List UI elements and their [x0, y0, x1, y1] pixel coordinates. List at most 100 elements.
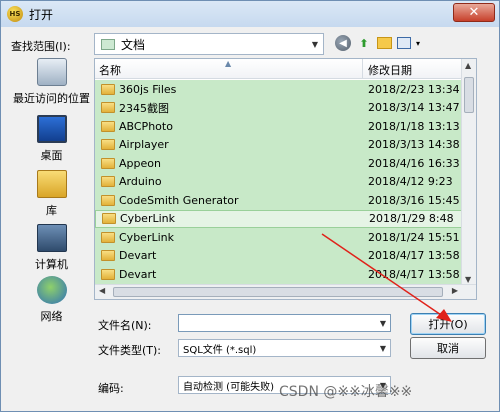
- file-name: Arduino: [119, 175, 162, 188]
- file-name: Devart: [119, 249, 157, 262]
- cancel-button[interactable]: 取消: [410, 337, 486, 359]
- encoding-value: 自动检测 (可能失败): [183, 381, 274, 393]
- folder-icon: [101, 120, 115, 132]
- network-icon: [36, 276, 67, 304]
- file-date: 2018/4/17 13:58: [368, 267, 460, 281]
- place-network[interactable]: 网络: [9, 276, 94, 324]
- scroll-left-icon[interactable]: ◀: [99, 286, 105, 295]
- place-desktop[interactable]: 桌面: [9, 115, 94, 163]
- desktop-icon: [36, 115, 67, 143]
- folder-icon: [101, 250, 115, 261]
- place-recent[interactable]: 最近访问的位置: [9, 58, 94, 106]
- place-label: 库: [46, 204, 57, 217]
- look-in-value: 文档: [121, 37, 146, 52]
- folder-icon: [101, 139, 115, 150]
- place-label: 网络: [40, 310, 63, 323]
- file-date: 2018/1/29 8:48: [369, 212, 454, 225]
- column-header-name[interactable]: 名称: [99, 62, 121, 78]
- new-folder-icon[interactable]: [377, 37, 392, 49]
- places-bar: 最近访问的位置 桌面 库 计算机 网络: [9, 58, 94, 328]
- chevron-down-icon[interactable]: ▼: [307, 34, 323, 54]
- computer-icon: [36, 224, 67, 252]
- file-row[interactable]: CodeSmith Generator 2018/3/16 15:45: [95, 191, 463, 209]
- file-list[interactable]: 名称 ▲ 修改日期 360js Files 2018/2/23 13:34 2345…: [94, 58, 477, 300]
- sort-ascending-icon: ▲: [225, 59, 232, 68]
- file-date: 2018/3/13 14:38: [368, 138, 460, 151]
- documents-folder-icon: [101, 38, 115, 50]
- filename-label: 文件名(N):: [98, 319, 152, 332]
- file-row[interactable]: ABCPhoto 2018/1/18 13:13: [95, 117, 463, 135]
- encoding-label: 编码:: [98, 382, 124, 395]
- file-row[interactable]: Devart 2018/4/17 13:58: [95, 265, 463, 283]
- library-icon: [36, 170, 67, 198]
- file-date: 2018/2/23 13:34: [368, 82, 460, 96]
- open-button[interactable]: 打开(O): [410, 313, 486, 335]
- column-divider[interactable]: [362, 59, 363, 79]
- filetype-combobox[interactable]: SQL文件 (*.sql) ▼: [178, 339, 391, 357]
- file-name: CodeSmith Generator: [119, 193, 239, 207]
- filetype-label: 文件类型(T):: [98, 344, 162, 357]
- folder-icon: [101, 157, 115, 169]
- recent-places-icon: [36, 58, 67, 86]
- horizontal-scrollbar[interactable]: ◀ ▶: [95, 284, 476, 299]
- file-name: CyberLink: [120, 212, 175, 225]
- file-name: CyberLink: [119, 230, 174, 244]
- chevron-down-icon[interactable]: ▼: [376, 340, 390, 356]
- filename-chevron-down-icon[interactable]: ▼: [375, 314, 391, 332]
- close-button[interactable]: ✕: [453, 3, 495, 22]
- app-icon: HS: [7, 6, 23, 22]
- file-name: ABCPhoto: [119, 119, 173, 133]
- file-name: Airplayer: [119, 138, 169, 151]
- up-folder-icon[interactable]: ⬆: [356, 35, 372, 51]
- vertical-scroll-thumb[interactable]: [464, 77, 474, 113]
- place-label: 桌面: [40, 149, 63, 162]
- window-title: 打开: [29, 7, 54, 22]
- folder-icon: [101, 268, 115, 280]
- file-name: 2345截图: [119, 101, 169, 115]
- scroll-up-icon[interactable]: ▲: [465, 61, 471, 70]
- file-date: 2018/4/16 16:33: [368, 156, 460, 170]
- place-computer[interactable]: 计算机: [9, 224, 94, 272]
- view-menu-chevron-icon[interactable]: ▾: [416, 39, 420, 48]
- file-rows: 360js Files 2018/2/23 13:34 2345截图 2018/3/1…: [95, 80, 463, 299]
- file-name: Appeon: [119, 156, 161, 170]
- file-row[interactable]: Appeon 2018/4/16 16:33: [95, 154, 463, 172]
- folder-icon: [101, 194, 115, 206]
- look-in-combobox[interactable]: 文档 ▼: [94, 33, 324, 55]
- view-menu-icon[interactable]: [397, 37, 411, 49]
- filetype-value: SQL文件 (*.sql): [183, 344, 257, 356]
- file-row[interactable]: CyberLink 2018/1/24 15:51: [95, 228, 463, 246]
- file-date: 2018/3/14 13:47: [368, 101, 460, 114]
- filename-input[interactable]: [178, 314, 391, 332]
- file-row[interactable]: 360js Files 2018/2/23 13:34: [95, 80, 463, 98]
- file-date: 2018/1/18 13:13: [368, 119, 460, 133]
- list-header: 名称 ▲ 修改日期: [95, 59, 463, 79]
- folder-icon: [101, 176, 115, 187]
- file-date: 2018/4/17 13:58: [368, 249, 460, 262]
- look-in-label: 查找范围(I):: [11, 40, 71, 53]
- file-row[interactable]: Arduino 2018/4/12 9:23: [95, 173, 463, 191]
- file-row[interactable]: 2345截图 2018/3/14 13:47: [95, 99, 463, 117]
- close-icon: ✕: [468, 5, 480, 20]
- folder-icon: [101, 102, 115, 113]
- place-label: 计算机: [35, 258, 68, 271]
- folder-icon: [101, 83, 115, 95]
- file-date: 2018/3/16 15:45: [368, 193, 460, 207]
- place-label: 最近访问的位置: [13, 92, 90, 105]
- file-date: 2018/1/24 15:51: [368, 230, 460, 244]
- column-header-date[interactable]: 修改日期: [368, 62, 412, 78]
- file-row[interactable]: Devart 2018/4/17 13:58: [95, 247, 463, 265]
- vertical-scrollbar[interactable]: ▲ ▼: [461, 59, 476, 286]
- open-file-dialog: HS 打开 ✕ 查找范围(I): 文档 ▼ ◀ ⬆ ▾ 最近访问的位置 桌面 库: [0, 0, 500, 412]
- horizontal-scroll-thumb[interactable]: [113, 287, 443, 297]
- file-row[interactable]: Airplayer 2018/3/13 14:38: [95, 136, 463, 154]
- scroll-right-icon[interactable]: ▶: [452, 286, 458, 295]
- file-date: 2018/4/12 9:23: [368, 175, 453, 188]
- file-name: 360js Files: [119, 82, 177, 96]
- file-row[interactable]: CyberLink 2018/1/29 8:48: [95, 209, 463, 228]
- file-name: Devart: [119, 267, 157, 281]
- folder-icon: [101, 231, 115, 243]
- scroll-down-icon[interactable]: ▼: [465, 275, 471, 284]
- back-icon[interactable]: ◀: [335, 35, 351, 51]
- place-library[interactable]: 库: [9, 170, 94, 218]
